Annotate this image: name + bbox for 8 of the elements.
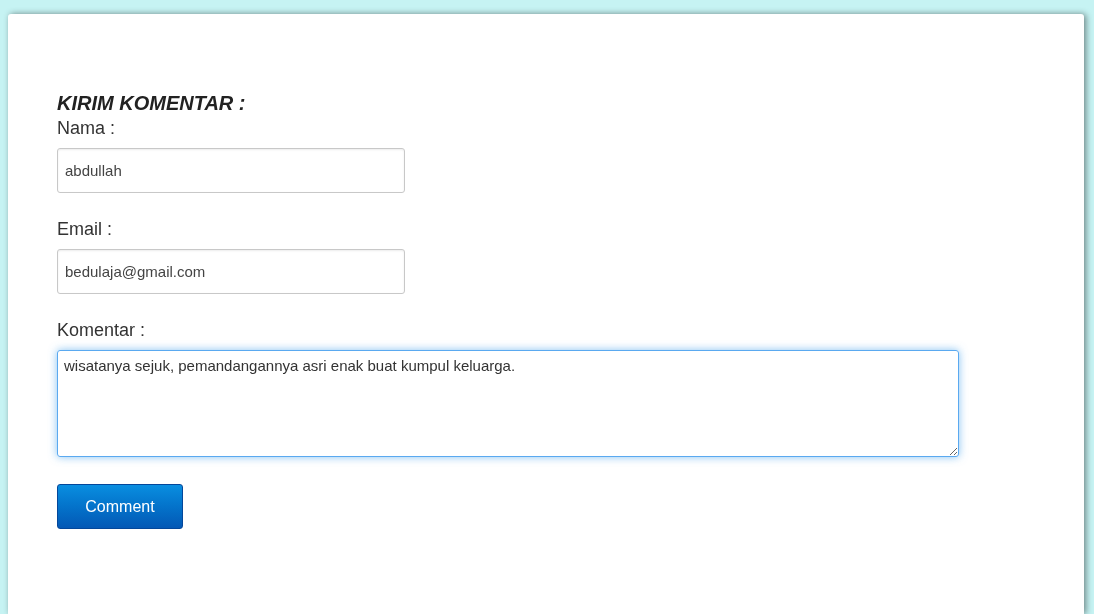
input-field[interactable]: bedulaja@gmail.com xyxy=(57,249,405,294)
field-label: Nama : xyxy=(57,117,117,140)
comment-button[interactable]: Comment xyxy=(57,484,183,529)
comment-textarea[interactable]: wisatanya sejuk, pemandangannya asri enak buat kumpul keluarga. xyxy=(57,350,959,457)
input-field[interactable]: abdullah xyxy=(57,148,405,193)
form-title: KIRIM KOMENTAR : xyxy=(57,91,247,115)
field-label: Komentar : xyxy=(57,319,147,342)
field-label: Email : xyxy=(57,218,113,241)
